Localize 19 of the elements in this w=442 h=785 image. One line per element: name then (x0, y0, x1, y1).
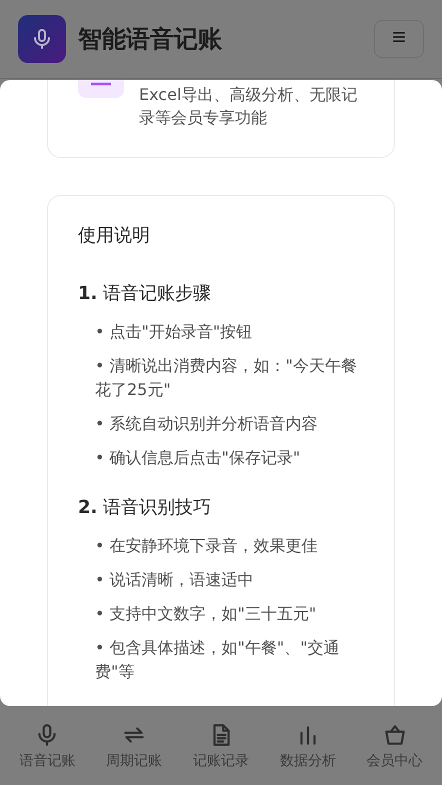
section-heading: 1. 语音记账步骤 (78, 282, 212, 306)
instruction-item: • 清晰说出消费内容，如："今天午餐花了25元" (95, 355, 358, 401)
instruction-item: • 点击"开始录音"按钮 (95, 321, 254, 343)
feature-description: Excel导出、高级分析、无限记录等会员专享功能 (139, 84, 358, 129)
instruction-item: • 说话清晰，语速适中 (95, 569, 255, 591)
nav-tab[interactable]: 会员中心 (364, 718, 425, 774)
instruction-item: • 支持中文数字，如"三十五元" (95, 603, 318, 625)
instruction-item: • 系统自动识别并分析语音内容 (95, 413, 319, 435)
menu-button[interactable] (374, 20, 424, 58)
app-title: 智能语音记账 (78, 24, 224, 55)
nav-tab[interactable]: 语音记账 (17, 718, 78, 774)
nav-tab[interactable]: 周期记账 (104, 718, 164, 774)
instructions-title: 使用说明 (78, 224, 151, 248)
instruction-item: • 在安静环境下录音，效果更佳 (95, 535, 319, 557)
section-heading: 2. 语音识别技巧 (78, 496, 212, 520)
nav-tab[interactable]: 记账记录 (190, 718, 251, 774)
instruction-item: • 确认信息后点击"保存记录" (95, 447, 302, 469)
nav-tab[interactable]: 数据分析 (278, 718, 338, 774)
instruction-item: • 包含具体描述，如"午餐"、"交通费"等 (95, 637, 341, 683)
